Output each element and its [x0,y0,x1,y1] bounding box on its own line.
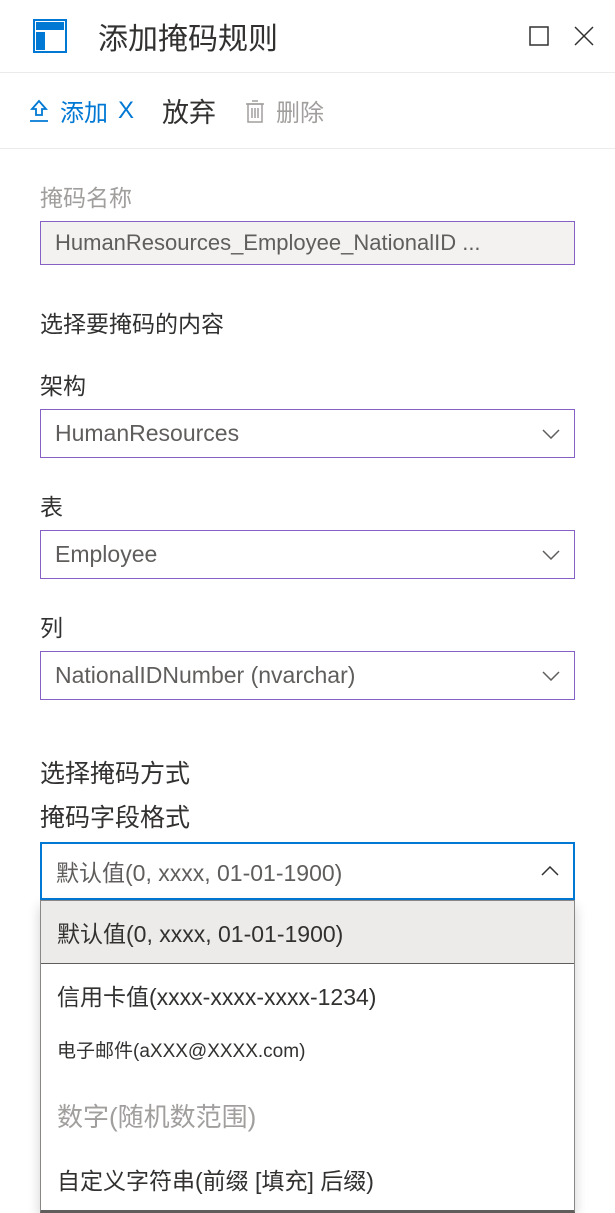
chevron-down-icon [542,429,560,439]
maximize-icon[interactable] [529,26,549,46]
table-value: Employee [55,541,157,568]
discard-label: 放弃 [162,91,216,130]
option-number[interactable]: 数字(随机数范围) [41,1073,574,1148]
table-select[interactable]: Employee [40,530,575,579]
schema-value: HumanResources [55,420,239,447]
delete-label: 删除 [276,93,324,128]
table-label: 表 [40,488,575,522]
format-select[interactable]: 默认值(0, xxxx, 01-01-1900) [40,842,575,900]
table-group: 表 Employee [40,488,575,579]
panel-title: 添加掩码规则 [98,14,529,58]
format-options-list: 默认值(0, xxxx, 01-01-1900) 信用卡值(xxxx-xxxx-… [40,900,575,1213]
mask-name-label: 掩码名称 [40,179,575,213]
column-label: 列 [40,609,575,643]
add-button[interactable]: 添加 X [28,93,134,128]
option-default[interactable]: 默认值(0, xxxx, 01-01-1900) [41,901,574,964]
toolbar: 添加 X 放弃 删除 [0,73,615,149]
close-icon[interactable] [573,25,595,47]
form-content: 掩码名称 HumanResources_Employee_NationalID … [0,149,615,930]
upload-icon [28,99,50,123]
column-select[interactable]: NationalIDNumber (nvarchar) [40,651,575,700]
delete-button: 删除 [244,93,324,128]
select-content-label: 选择要掩码的内容 [40,305,575,339]
select-method-label: 选择掩码方式 [40,754,575,790]
panel-header: 添加掩码规则 [0,0,615,73]
schema-select[interactable]: HumanResources [40,409,575,458]
option-custom[interactable]: 自定义字符串(前缀 [填充] 后缀) [41,1148,574,1210]
column-value: NationalIDNumber (nvarchar) [55,662,355,689]
add-label: 添加 [60,93,108,128]
add-x: X [118,97,134,125]
option-email[interactable]: 电子邮件(aXXX@XXXX.com) [41,1026,574,1073]
trash-icon [244,98,266,124]
format-dropdown: 默认值(0, xxxx, 01-01-1900) 默认值(0, xxxx, 01… [40,842,575,900]
window-controls [529,25,595,47]
chevron-up-icon [541,866,559,876]
mask-name-input: HumanResources_Employee_NationalID ... [40,221,575,265]
column-group: 列 NationalIDNumber (nvarchar) [40,609,575,700]
chevron-down-icon [542,550,560,560]
format-value: 默认值(0, xxxx, 01-01-1900) [56,854,342,888]
option-creditcard[interactable]: 信用卡值(xxxx-xxxx-xxxx-1234) [41,964,574,1026]
panel-icon [32,18,68,54]
schema-group: 架构 HumanResources [40,367,575,458]
mask-name-group: 掩码名称 HumanResources_Employee_NationalID … [40,179,575,265]
discard-button[interactable]: 放弃 [162,91,216,130]
chevron-down-icon [542,671,560,681]
mask-format-label: 掩码字段格式 [40,798,575,834]
schema-label: 架构 [40,367,575,401]
